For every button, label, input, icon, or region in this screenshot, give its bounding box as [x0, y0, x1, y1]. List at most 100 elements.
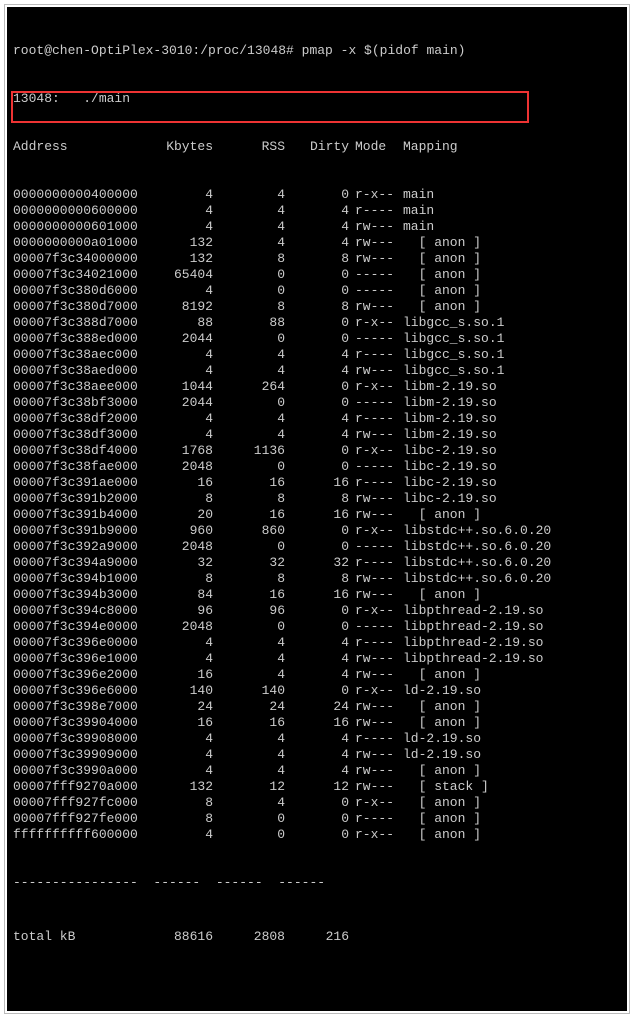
pmap-row: 00007f3c38df2000444r----libm-2.19.so [13, 411, 621, 427]
cell-mapping: main [397, 203, 434, 219]
cell-rss: 264 [213, 379, 285, 395]
cell-rss: 4 [213, 235, 285, 251]
cell-mapping: libstdc++.so.6.0.20 [397, 523, 551, 539]
pmap-row: 00007f3c396e60001401400r-x--ld-2.19.so [13, 683, 621, 699]
cell-kbytes: 1044 [133, 379, 213, 395]
cell-mode: ----- [349, 539, 397, 555]
cell-kbytes: 16 [133, 715, 213, 731]
cell-dirty: 24 [285, 699, 349, 715]
cell-mode: r---- [349, 555, 397, 571]
cell-mapping: libm-2.19.so [397, 411, 497, 427]
cell-address: 00007f3c396e1000 [13, 651, 133, 667]
cell-dirty: 4 [285, 347, 349, 363]
cell-dirty: 4 [285, 411, 349, 427]
pmap-row: 00007f3c39908000444r----ld-2.19.so [13, 731, 621, 747]
cell-address: 00007f3c38df4000 [13, 443, 133, 459]
cell-address: ffffffffff600000 [13, 827, 133, 843]
pmap-row: 00007f3c38aee00010442640r-x--libm-2.19.s… [13, 379, 621, 395]
cell-mapping: libm-2.19.so [397, 395, 497, 411]
pmap-row: 00007f3c38df4000176811360r-x--libc-2.19.… [13, 443, 621, 459]
cell-address: 00007f3c39908000 [13, 731, 133, 747]
cell-dirty: 8 [285, 299, 349, 315]
cell-mode: rw--- [349, 251, 397, 267]
cell-kbytes: 4 [133, 763, 213, 779]
cell-kbytes: 2044 [133, 331, 213, 347]
cell-rss: 4 [213, 363, 285, 379]
cell-address: 00007f3c38bf3000 [13, 395, 133, 411]
cell-address: 00007f3c396e6000 [13, 683, 133, 699]
cell-kbytes: 96 [133, 603, 213, 619]
cell-dirty: 0 [285, 443, 349, 459]
cell-dirty: 4 [285, 731, 349, 747]
cell-address: 00007f3c38df2000 [13, 411, 133, 427]
cell-address: 00007f3c380d7000 [13, 299, 133, 315]
pmap-row: 00007f3c388ed000204400-----libgcc_s.so.1 [13, 331, 621, 347]
cell-kbytes: 32 [133, 555, 213, 571]
cell-rss: 4 [213, 203, 285, 219]
cell-address: 00007f3c396e0000 [13, 635, 133, 651]
cell-dirty: 16 [285, 587, 349, 603]
cell-kbytes: 4 [133, 747, 213, 763]
pmap-row: 00007f3c396e0000444r----libpthread-2.19.… [13, 635, 621, 651]
pmap-row: 00007f3c391b4000201616rw--- [ anon ] [13, 507, 621, 523]
cell-mode: ----- [349, 267, 397, 283]
terminal-output: root@chen-OptiPlex-3010:/proc/13048# pma… [7, 7, 627, 1011]
cell-mode: rw--- [349, 667, 397, 683]
hdr-mapping: Mapping [397, 139, 458, 155]
cell-dirty: 0 [285, 459, 349, 475]
cell-kbytes: 4 [133, 203, 213, 219]
pmap-row: 00007f3c380d7000819288rw--- [ anon ] [13, 299, 621, 315]
pmap-row: 00007f3c394a9000323232r----libstdc++.so.… [13, 555, 621, 571]
pmap-row: 00007f3c392a9000204800-----libstdc++.so.… [13, 539, 621, 555]
pmap-row: ffffffffff600000400r-x-- [ anon ] [13, 827, 621, 843]
cell-rss: 16 [213, 715, 285, 731]
cell-address: 00007f3c398e7000 [13, 699, 133, 715]
cell-rss: 0 [213, 619, 285, 635]
cell-kbytes: 24 [133, 699, 213, 715]
cell-rss: 16 [213, 507, 285, 523]
cell-rss: 8 [213, 251, 285, 267]
pmap-row: 00007f3c396e1000444rw---libpthread-2.19.… [13, 651, 621, 667]
total-kb: 88616 [133, 929, 213, 945]
cell-mapping: [ anon ] [397, 795, 481, 811]
cell-address: 00007fff927fe000 [13, 811, 133, 827]
pmap-row: 00007f3c394b3000841616rw--- [ anon ] [13, 587, 621, 603]
cell-rss: 4 [213, 651, 285, 667]
cell-mapping: libpthread-2.19.so [397, 619, 543, 635]
total-label: total kB [13, 929, 133, 945]
cell-address: 00007f3c394b3000 [13, 587, 133, 603]
cell-mapping: libc-2.19.so [397, 475, 497, 491]
cell-mode: rw--- [349, 491, 397, 507]
pmap-row: 00007f3c391b2000888rw---libc-2.19.so [13, 491, 621, 507]
cell-dirty: 8 [285, 491, 349, 507]
cell-address: 00007f3c38aed000 [13, 363, 133, 379]
cell-mapping: libgcc_s.so.1 [397, 331, 504, 347]
cell-address: 00007f3c38aec000 [13, 347, 133, 363]
cell-mode: rw--- [349, 651, 397, 667]
pmap-row: 00007f3c38aec000444r----libgcc_s.so.1 [13, 347, 621, 363]
cell-kbytes: 8 [133, 491, 213, 507]
separator-line: ---------------- ------ ------ ------ [13, 875, 621, 891]
cell-rss: 4 [213, 219, 285, 235]
cell-mode: ----- [349, 395, 397, 411]
cell-dirty: 0 [285, 395, 349, 411]
cell-dirty: 4 [285, 219, 349, 235]
cell-address: 00007f3c388d7000 [13, 315, 133, 331]
cell-mode: ----- [349, 331, 397, 347]
cell-dirty: 8 [285, 251, 349, 267]
cell-mapping: [ anon ] [397, 827, 481, 843]
cell-kbytes: 4 [133, 187, 213, 203]
cell-kbytes: 65404 [133, 267, 213, 283]
cell-address: 00007f3c394a9000 [13, 555, 133, 571]
cell-mode: ----- [349, 283, 397, 299]
cell-mapping: libm-2.19.so [397, 379, 497, 395]
cell-mode: r-x-- [349, 603, 397, 619]
cell-address: 0000000000400000 [13, 187, 133, 203]
cell-dirty: 4 [285, 635, 349, 651]
cell-rss: 4 [213, 427, 285, 443]
cell-kbytes: 132 [133, 779, 213, 795]
pmap-row: 00007f3c3990a000444rw--- [ anon ] [13, 763, 621, 779]
cell-address: 00007f3c380d6000 [13, 283, 133, 299]
cell-rss: 8 [213, 491, 285, 507]
cell-rss: 860 [213, 523, 285, 539]
